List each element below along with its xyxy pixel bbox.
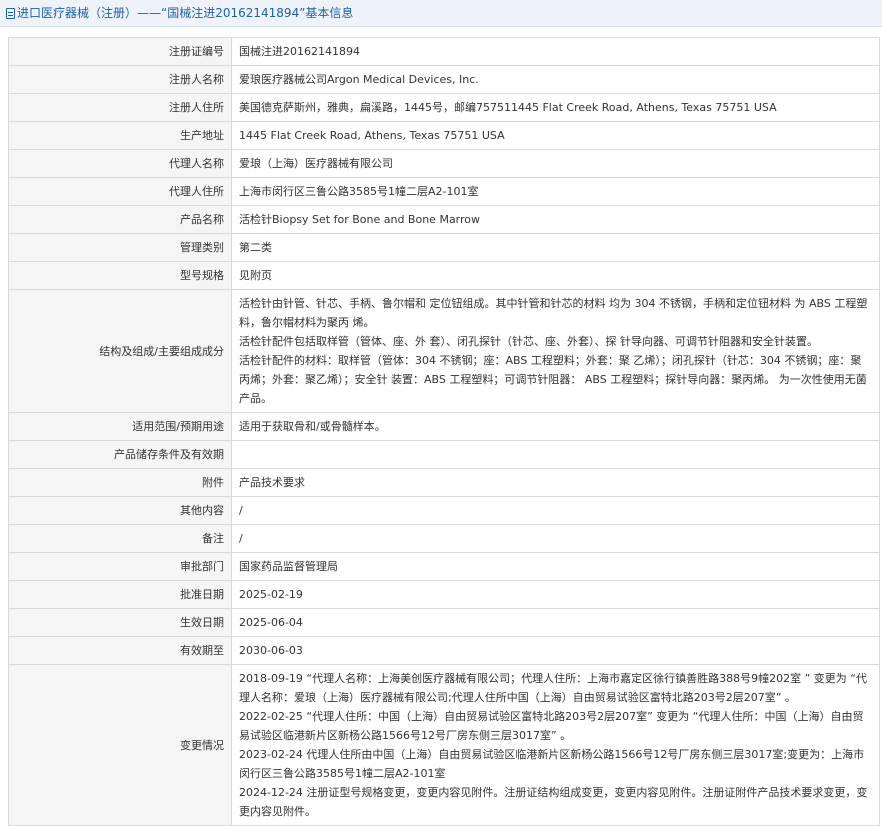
row-label: 产品储存条件及有效期 [8, 440, 232, 469]
row-label: 有效期至 [8, 636, 232, 665]
table-row: 型号规格 见附页 [8, 261, 880, 290]
row-value: 1445 Flat Creek Road, Athens, Texas 7575… [231, 121, 880, 150]
row-value [231, 440, 880, 469]
change-entry: 2023-02-24 代理人住所由中国（上海）自由贸易试验区临港新片区新杨公路1… [239, 748, 865, 780]
table-row: 其他内容 / [8, 496, 880, 525]
table-row-structure: 结构及组成/主要组成成分 活检针由针管、针芯、手柄、鲁尔帽和 定位钮组成。其中针… [8, 289, 880, 413]
row-value-structure: 活检针由针管、针芯、手柄、鲁尔帽和 定位钮组成。其中针管和针芯的材料 均为 30… [231, 289, 880, 413]
row-value: 2025-06-04 [231, 608, 880, 637]
document-icon [6, 8, 15, 19]
row-label: 注册证编号 [8, 37, 232, 66]
row-label: 备注 [8, 524, 232, 553]
table-row: 注册人名称 爱琅医疗器械公司Argon Medical Devices, Inc… [8, 65, 880, 94]
table-row-changes: 变更情况 2018-09-19 “代理人名称：上海美创医疗器械有限公司；代理人住… [8, 664, 880, 826]
row-value: 第二类 [231, 233, 880, 262]
change-entry: 2018-09-19 “代理人名称：上海美创医疗器械有限公司；代理人住所：上海市… [239, 672, 867, 704]
table-row: 管理类别 第二类 [8, 233, 880, 262]
structure-line: 活检针配件包括取样管（管体、座、外 套）、闭孔探针（针芯、座、外套）、探 针导向… [239, 335, 818, 348]
table-row: 生产地址 1445 Flat Creek Road, Athens, Texas… [8, 121, 880, 150]
row-label: 其他内容 [8, 496, 232, 525]
table-row: 批准日期 2025-02-19 [8, 580, 880, 609]
row-label: 审批部门 [8, 552, 232, 581]
row-value: 美国德克萨斯州，雅典，扁溪路，1445号，邮编757511445 Flat Cr… [231, 93, 880, 122]
row-value: 2025-02-19 [231, 580, 880, 609]
row-label: 代理人名称 [8, 149, 232, 178]
row-value: 国械注进20162141894 [231, 37, 880, 66]
table-row: 审批部门 国家药品监督管理局 [8, 552, 880, 581]
table-row: 代理人名称 爱琅（上海）医疗器械有限公司 [8, 149, 880, 178]
row-label: 型号规格 [8, 261, 232, 290]
table-row: 有效期至 2030-06-03 [8, 636, 880, 665]
row-value: 爱琅医疗器械公司Argon Medical Devices, Inc. [231, 65, 880, 94]
table-row: 生效日期 2025-06-04 [8, 608, 880, 637]
row-label: 产品名称 [8, 205, 232, 234]
table-row: 附件 产品技术要求 [8, 468, 880, 497]
row-value: 活检针Biopsy Set for Bone and Bone Marrow [231, 205, 880, 234]
row-value: 国家药品监督管理局 [231, 552, 880, 581]
row-label: 附件 [8, 468, 232, 497]
row-label: 管理类别 [8, 233, 232, 262]
row-label: 代理人住所 [8, 177, 232, 206]
row-label: 生效日期 [8, 608, 232, 637]
structure-line: 活检针配件的材料：取样管（管体：304 不锈钢；座：ABS 工程塑料；外套：聚 … [239, 354, 867, 405]
page-title-bar: 进口医疗器械（注册）——“国械注进20162141894”基本信息 [0, 0, 882, 27]
table-row: 产品储存条件及有效期 [8, 440, 880, 469]
row-label: 生产地址 [8, 121, 232, 150]
page-title: 进口医疗器械（注册）——“国械注进20162141894”基本信息 [17, 6, 354, 20]
info-table-wrapper: 注册证编号 国械注进20162141894 注册人名称 爱琅医疗器械公司Argo… [0, 27, 882, 826]
row-value: 产品技术要求 [231, 468, 880, 497]
row-value: 见附页 [231, 261, 880, 290]
basic-info-table: 注册证编号 国械注进20162141894 注册人名称 爱琅医疗器械公司Argo… [8, 37, 880, 826]
change-entry: 2024-12-24 注册证型号规格变更，变更内容见附件。注册证结构组成变更，变… [239, 786, 868, 818]
row-value: 爱琅（上海）医疗器械有限公司 [231, 149, 880, 178]
row-label: 批准日期 [8, 580, 232, 609]
row-label: 变更情况 [8, 664, 232, 826]
row-value: 上海市闵行区三鲁公路3585号1幢二层A2-101室 [231, 177, 880, 206]
table-row: 代理人住所 上海市闵行区三鲁公路3585号1幢二层A2-101室 [8, 177, 880, 206]
row-value: 适用于获取骨和/或骨髓样本。 [231, 412, 880, 441]
table-row: 产品名称 活检针Biopsy Set for Bone and Bone Mar… [8, 205, 880, 234]
row-value: / [231, 496, 880, 525]
table-row: 适用范围/预期用途 适用于获取骨和/或骨髓样本。 [8, 412, 880, 441]
change-entry: 2022-02-25 “代理人住所：中国（上海）自由贸易试验区富特北路203号2… [239, 710, 864, 742]
table-row: 注册证编号 国械注进20162141894 [8, 37, 880, 66]
row-value: 2030-06-03 [231, 636, 880, 665]
row-value: / [231, 524, 880, 553]
table-row: 注册人住所 美国德克萨斯州，雅典，扁溪路，1445号，邮编757511445 F… [8, 93, 880, 122]
row-label: 注册人名称 [8, 65, 232, 94]
structure-line: 活检针由针管、针芯、手柄、鲁尔帽和 定位钮组成。其中针管和针芯的材料 均为 30… [239, 297, 868, 329]
row-label: 结构及组成/主要组成成分 [8, 289, 232, 413]
table-row: 备注 / [8, 524, 880, 553]
row-label: 注册人住所 [8, 93, 232, 122]
row-value-changes: 2018-09-19 “代理人名称：上海美创医疗器械有限公司；代理人住所：上海市… [231, 664, 880, 826]
row-label: 适用范围/预期用途 [8, 412, 232, 441]
